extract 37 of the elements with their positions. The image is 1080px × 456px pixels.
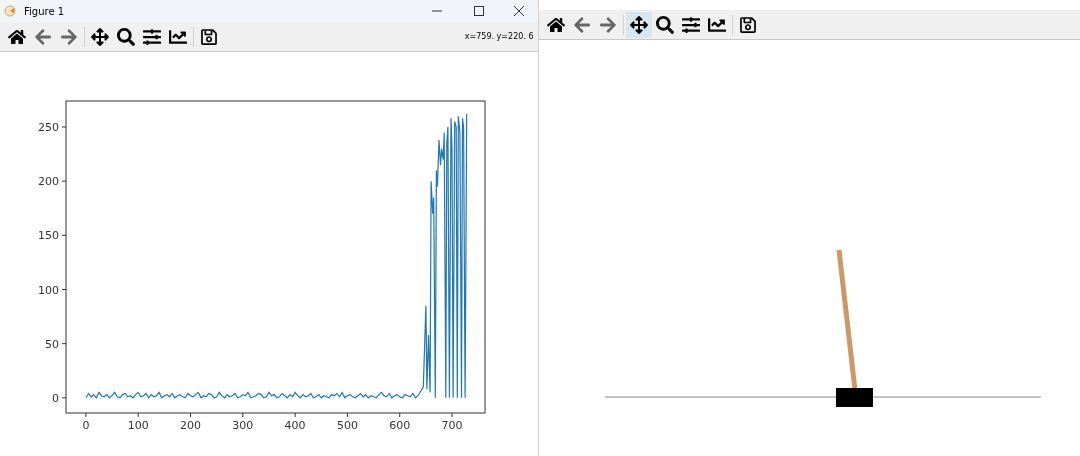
search-icon [655, 15, 674, 34]
window-title: Figure 1 [24, 4, 65, 19]
forward-arrow-icon [598, 15, 617, 34]
x-tick-label: 400 [284, 419, 306, 432]
toolbar-button[interactable] [625, 11, 652, 38]
x-tick-label: 200 [180, 419, 201, 432]
x-tick-label: 700 [441, 419, 463, 432]
app-logo-icon [4, 5, 16, 17]
save-icon [738, 15, 757, 34]
back-arrow-icon [34, 27, 52, 46]
cart [835, 388, 873, 407]
y-tick-label: 150 [38, 229, 59, 243]
line-chart-icon [169, 27, 187, 46]
sliders-icon [681, 15, 700, 34]
search-icon [117, 27, 135, 46]
y-tick-label: 100 [38, 283, 59, 297]
back-arrow-icon [572, 15, 591, 34]
y-tick-label: 250 [38, 121, 59, 134]
sliders-icon [143, 27, 161, 46]
x-tick-label: 300 [232, 419, 254, 432]
move-arrows-icon [629, 15, 648, 34]
line-chart-icon [707, 15, 726, 34]
home-icon [8, 27, 26, 46]
home-icon [546, 15, 565, 34]
move-arrows-icon [91, 27, 109, 46]
cursor-coordinates: x=759. y=220. 6 [464, 30, 534, 43]
maximize-icon[interactable] [473, 6, 484, 16]
close-icon[interactable] [513, 6, 524, 16]
forward-arrow-icon [60, 27, 78, 46]
x-tick-label: 600 [389, 419, 411, 432]
y-tick-label: 0 [52, 391, 59, 405]
save-icon [200, 27, 218, 46]
x-tick-label: 100 [127, 419, 149, 432]
y-tick-label: 50 [45, 337, 59, 351]
x-tick-label: 0 [82, 419, 90, 432]
y-tick-label: 200 [38, 175, 59, 189]
x-tick-label: 500 [336, 419, 358, 432]
